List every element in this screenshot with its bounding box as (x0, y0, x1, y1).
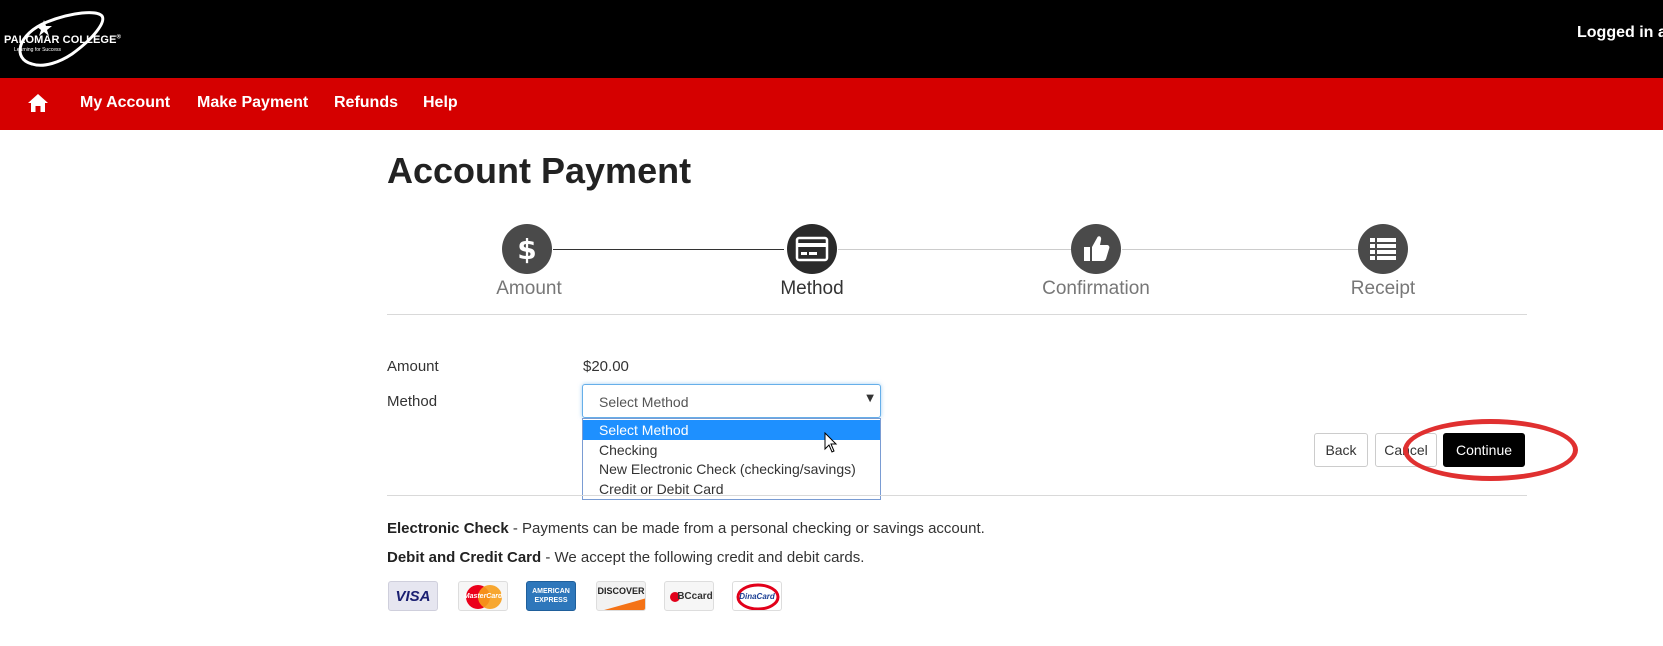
amex-logo: AMERICAN EXPRESS (526, 581, 576, 611)
step-method-circle (787, 224, 837, 274)
mastercard-logo: MasterCard (458, 581, 508, 611)
step-connector (553, 249, 784, 250)
back-button[interactable]: Back (1314, 433, 1368, 467)
nav-make-payment[interactable]: Make Payment (197, 94, 308, 112)
method-dropdown-list: Select Method Checking New Electronic Ch… (582, 418, 881, 500)
visa-logo: VISA (388, 581, 438, 611)
step-receipt-label: Receipt (1350, 278, 1416, 299)
amount-label: Amount (387, 358, 439, 375)
top-header: PALOMAR COLLEGE® Learning for Success Lo… (0, 0, 1663, 78)
method-select-value: Select Method (599, 394, 689, 410)
step-confirmation-circle (1071, 224, 1121, 274)
divider (387, 495, 1527, 496)
mouse-cursor-icon (824, 432, 838, 453)
credit-card-icon (795, 236, 829, 262)
card-title: Debit and Credit Card (387, 549, 542, 566)
method-option[interactable]: New Electronic Check (checking/savings) (583, 459, 880, 479)
card-text: - We accept the following credit and deb… (541, 549, 865, 566)
divider (387, 314, 1527, 315)
step-amount-circle: $ (502, 224, 552, 274)
echeck-title: Electronic Check (387, 520, 509, 537)
amount-value: $20.00 (583, 358, 629, 375)
dollar-icon: $ (517, 233, 536, 266)
card-info: Debit and Credit Card - We accept the fo… (387, 549, 864, 566)
method-select[interactable]: Select Method ▼ (582, 384, 881, 418)
svg-text:$: $ (517, 233, 536, 266)
step-connector (1122, 249, 1358, 250)
method-option[interactable]: Credit or Debit Card (583, 479, 880, 499)
mastercard-logo-text: MasterCard (463, 592, 503, 600)
method-label: Method (387, 393, 438, 410)
home-icon[interactable] (27, 93, 49, 113)
amex-logo-text: AMERICAN EXPRESS (532, 588, 570, 604)
caret-down-icon: ▼ (866, 393, 874, 404)
nav-help[interactable]: Help (423, 94, 458, 112)
visa-logo-text: VISA (395, 587, 431, 605)
bccard-logo: BCcard (664, 581, 714, 611)
logo-tagline: Learning for Success (14, 47, 61, 53)
list-icon (1370, 238, 1396, 260)
highlight-annotation (1403, 419, 1578, 481)
echeck-info: Electronic Check - Payments can be made … (387, 520, 985, 537)
discover-logo: DISCOVER (596, 581, 646, 611)
dinacard-logo-text: DinaCard (739, 591, 775, 601)
discover-logo-text: DISCOVER (597, 586, 645, 596)
nav-refunds[interactable]: Refunds (334, 94, 398, 112)
bccard-logo-text: BCcard (677, 590, 713, 602)
logged-in-text: Logged in a (1577, 24, 1663, 41)
logo-text: PALOMAR COLLEGE® (4, 34, 122, 46)
step-amount-label: Amount (496, 278, 562, 299)
palomar-college-logo[interactable]: PALOMAR COLLEGE® Learning for Success (2, 4, 127, 72)
step-receipt-circle (1358, 224, 1408, 274)
main-nav: My Account Make Payment Refunds Help (0, 78, 1663, 130)
step-confirmation-label: Confirmation (1042, 278, 1150, 299)
step-method-label: Method (780, 278, 844, 299)
thumbs-up-icon (1084, 236, 1110, 261)
step-connector (838, 249, 1072, 250)
nav-my-account[interactable]: My Account (80, 94, 170, 112)
echeck-text: - Payments can be made from a personal c… (508, 520, 985, 537)
page-title: Account Payment (387, 150, 692, 191)
dinacard-logo: DinaCard (732, 581, 782, 611)
